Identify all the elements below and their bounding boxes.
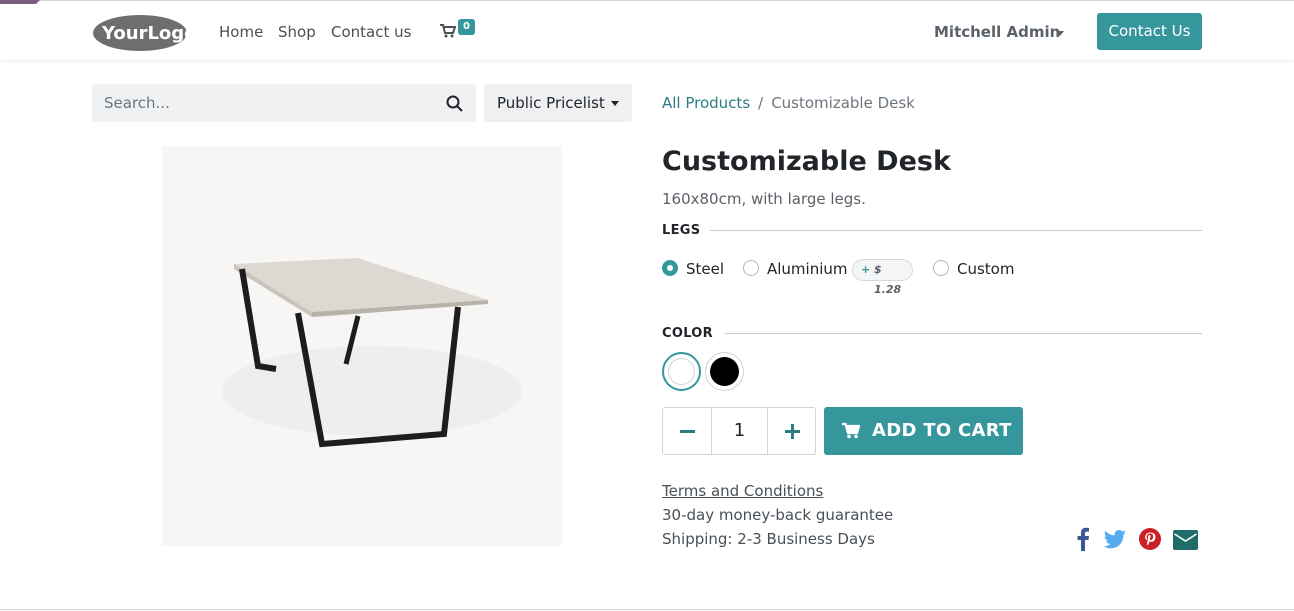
quantity-stepper: 1: [662, 407, 816, 455]
logo[interactable]: YourLogo: [92, 14, 197, 52]
terms-link[interactable]: Terms and Conditions: [662, 482, 823, 500]
product-description: 160x80cm, with large legs.: [662, 190, 866, 208]
pinterest-icon[interactable]: [1139, 528, 1161, 550]
nav-home[interactable]: Home: [219, 23, 263, 41]
chevron-down-icon[interactable]: [1056, 31, 1064, 36]
nav-contact-us[interactable]: Contact us: [331, 23, 411, 41]
quantity-input[interactable]: 1: [712, 408, 767, 454]
breadcrumb-all-products[interactable]: All Products: [662, 94, 750, 112]
add-to-cart-button[interactable]: ADD TO CART: [824, 407, 1023, 455]
attribute-color-label: COLOR: [662, 326, 713, 341]
desk-image: [162, 146, 562, 546]
user-menu[interactable]: Mitchell Admin: [934, 23, 1060, 41]
add-to-cart-label: ADD TO CART: [872, 420, 1012, 441]
swatch-fill: [710, 357, 739, 386]
swatch-fill: [668, 358, 695, 385]
twitter-icon[interactable]: [1104, 530, 1126, 549]
search-icon[interactable]: [446, 95, 464, 113]
option-steel-label[interactable]: Steel: [686, 260, 724, 278]
quantity-increase-button[interactable]: [767, 408, 816, 454]
svg-text:YourLogo: YourLogo: [101, 23, 188, 44]
price-extra-badge: + $ 1.28: [852, 259, 913, 296]
guarantee-text: 30-day money-back guarantee: [662, 506, 894, 524]
color-swatch-white[interactable]: [662, 352, 701, 391]
minus-icon: [680, 430, 695, 433]
cart-count-badge: 0: [458, 19, 475, 35]
price-extra-sign: +: [861, 263, 871, 276]
facebook-icon[interactable]: [1076, 527, 1090, 551]
plus-icon: [785, 424, 800, 439]
product-title: Customizable Desk: [662, 146, 951, 177]
search-box: Search...: [92, 84, 476, 122]
price-extra-amount: $ 1.28: [874, 263, 902, 296]
email-icon[interactable]: [1173, 530, 1198, 550]
breadcrumb: All Products / Customizable Desk: [662, 94, 915, 112]
breadcrumb-separator: /: [758, 94, 764, 112]
product-image[interactable]: [162, 146, 562, 546]
radio-custom[interactable]: [933, 260, 949, 276]
site-header: YourLogo Home Shop Contact us 0 Mitchell…: [0, 4, 1294, 60]
radio-aluminium[interactable]: [743, 260, 759, 276]
pricelist-label: Public Pricelist: [497, 94, 605, 112]
breadcrumb-current: Customizable Desk: [771, 94, 915, 112]
cart-icon: [842, 422, 860, 439]
logo-image: YourLogo: [93, 15, 197, 51]
divider: [710, 230, 1202, 231]
color-swatch-black[interactable]: [705, 352, 744, 391]
chevron-down-icon: [611, 101, 619, 106]
quantity-decrease-button[interactable]: [663, 408, 712, 454]
radio-steel[interactable]: [662, 260, 678, 276]
pricelist-dropdown[interactable]: Public Pricelist: [484, 84, 632, 122]
attribute-legs-label: LEGS: [662, 223, 701, 238]
option-aluminium-label[interactable]: Aluminium: [767, 260, 848, 278]
nav-shop[interactable]: Shop: [278, 23, 316, 41]
shipping-text: Shipping: 2-3 Business Days: [662, 530, 875, 548]
bottom-border: [0, 609, 1294, 610]
divider: [725, 333, 1202, 334]
contact-us-button[interactable]: Contact Us: [1097, 13, 1202, 50]
option-custom-label[interactable]: Custom: [957, 260, 1014, 278]
search-input[interactable]: Search...: [104, 94, 170, 112]
cart-icon[interactable]: [440, 23, 457, 42]
